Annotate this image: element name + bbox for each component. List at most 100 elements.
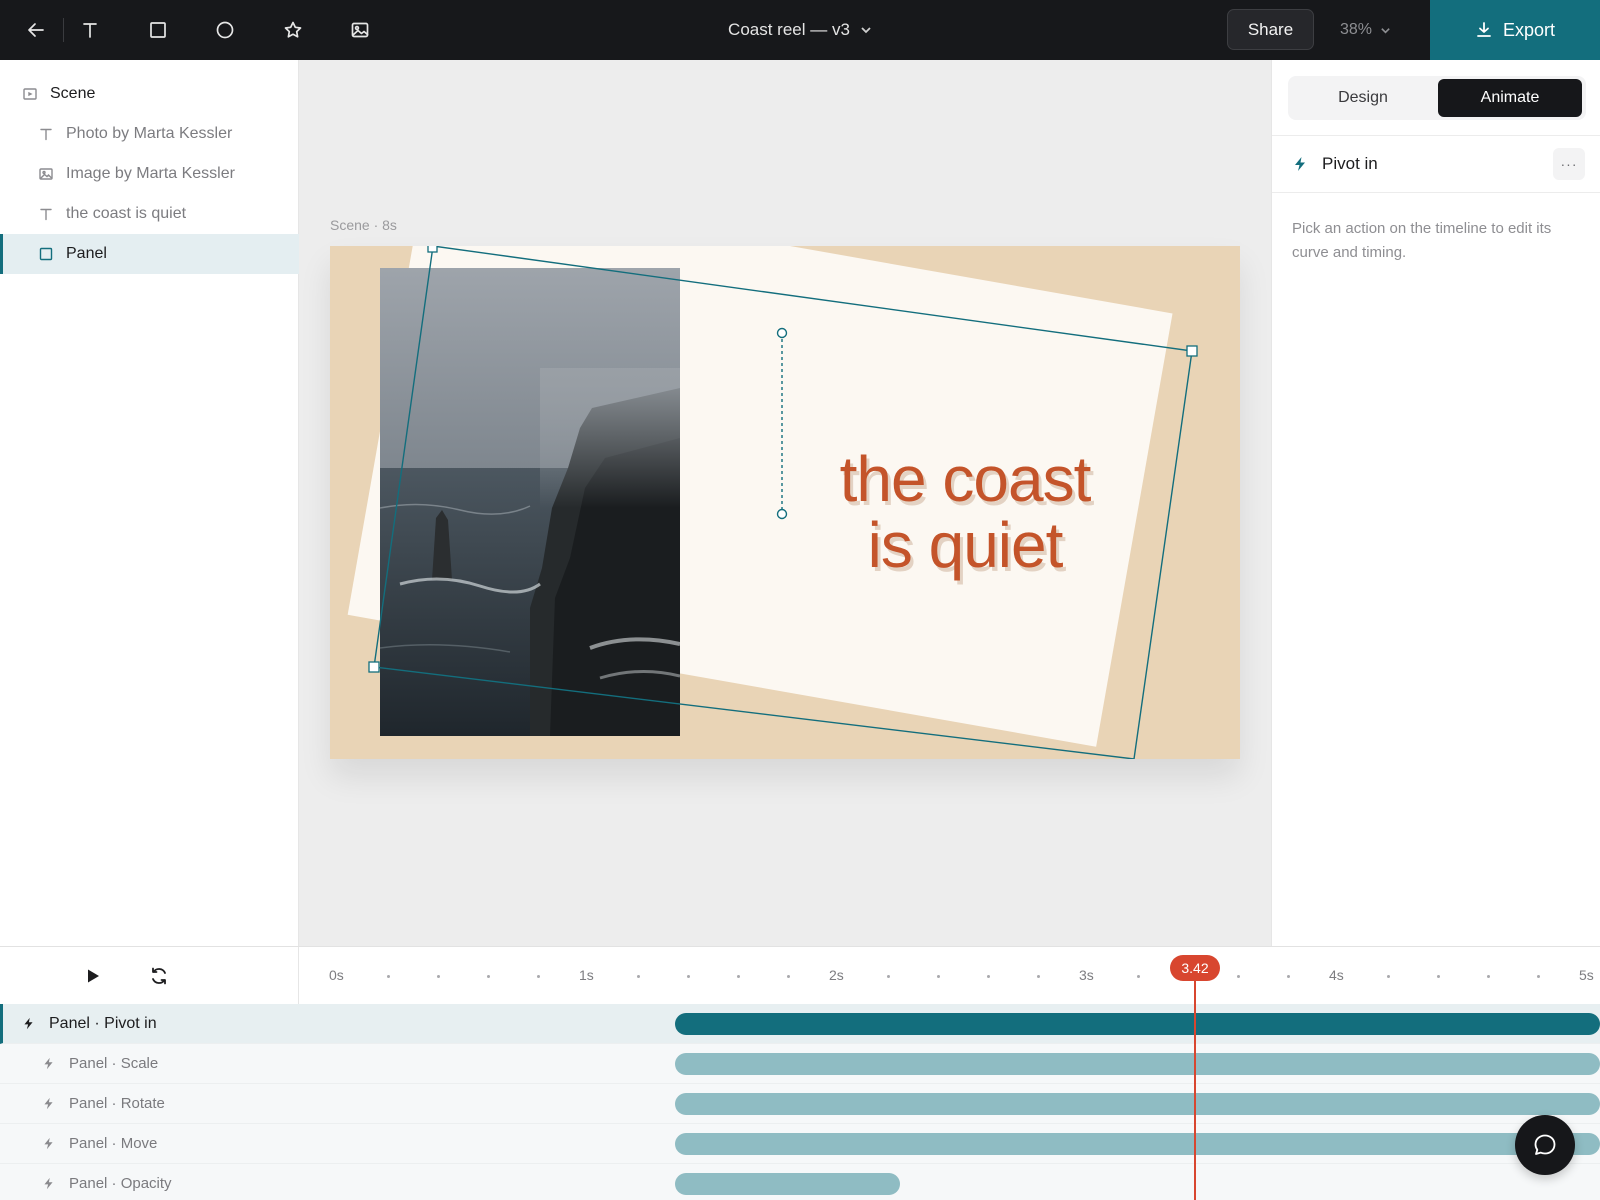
timeline: 0s 1s 2s 3s 4s 5s Panel · Pivot in Panel · Sca…: [0, 946, 1600, 1200]
track-lane: [299, 1044, 1600, 1084]
tick-dot: [1387, 975, 1390, 978]
tick-dot: [937, 975, 940, 978]
tab-design[interactable]: Design: [1291, 79, 1435, 117]
layer-image[interactable]: Image by Marta Kessler: [0, 154, 299, 194]
playhead-time[interactable]: 3.42: [1170, 955, 1220, 981]
tick-label: 5s: [1579, 967, 1594, 983]
text-icon: [38, 126, 54, 142]
rotate-handle: [776, 327, 788, 339]
divider: [1272, 192, 1600, 193]
action-bar[interactable]: [675, 1053, 1600, 1075]
tick-dot: [1537, 975, 1540, 978]
tick-label: 2s: [829, 967, 844, 983]
tick-dot: [537, 975, 540, 978]
tick-label: 4s: [1329, 967, 1344, 983]
tick-dot: [1137, 975, 1140, 978]
track-row[interactable]: Panel · Pivot in: [0, 1004, 299, 1044]
tick-dot: [1237, 975, 1240, 978]
track-lane: [299, 1164, 1600, 1200]
tick-dot: [1037, 975, 1040, 978]
layer-photo-credit-text[interactable]: Photo by Marta Kessler: [0, 114, 299, 154]
selected-action[interactable]: Pivot in ···: [1272, 136, 1600, 192]
bolt-icon: [42, 1057, 55, 1070]
tick-dot: [1287, 975, 1290, 978]
track-labels: Panel · Pivot in Panel · Scale Panel · Rot…: [0, 1004, 299, 1200]
track-lane: [299, 1084, 1600, 1124]
layer-headline-text[interactable]: the coast is quiet: [0, 194, 299, 234]
rectangle-tool-icon[interactable]: [140, 12, 176, 48]
loop-icon: [152, 967, 166, 985]
action-bar[interactable]: [675, 1093, 1600, 1115]
layer-label: Scene: [50, 85, 96, 102]
playback-controls: [0, 947, 299, 1004]
share-button[interactable]: Share: [1227, 9, 1314, 50]
tick-dot: [687, 975, 690, 978]
tick-dot: [437, 975, 440, 978]
action-bar[interactable]: [675, 1133, 1600, 1155]
text-icon: [38, 206, 54, 222]
tick-dot: [887, 975, 890, 978]
canvas[interactable]: Scene · 8s the coast is quiet: [299, 60, 1271, 946]
track-label: Panel · Move: [69, 1135, 158, 1152]
frame-icon: [22, 86, 38, 102]
tick-dot: [387, 975, 390, 978]
bolt-icon: [1292, 156, 1308, 172]
top-toolbar: Coast reel — v3 Share 38% Export: [0, 0, 1600, 60]
tick-dot: [637, 975, 640, 978]
back-arrow-icon[interactable]: [18, 12, 54, 48]
chat-button[interactable]: [1515, 1115, 1575, 1175]
toolbar-divider: [63, 18, 64, 42]
chat-bubble-icon: [1534, 1134, 1556, 1155]
track-row[interactable]: Panel · Opacity: [0, 1164, 299, 1200]
playhead-line[interactable]: [1194, 966, 1196, 1200]
star-tool-icon[interactable]: [275, 12, 311, 48]
document-title: Coast reel — v3: [728, 20, 850, 39]
ellipse-tool-icon[interactable]: [207, 12, 243, 48]
layer-label: Image by Marta Kessler: [66, 165, 235, 182]
export-button[interactable]: Export: [1430, 0, 1600, 60]
bolt-icon: [42, 1097, 55, 1110]
track-row[interactable]: Panel · Scale: [0, 1044, 299, 1084]
action-bar[interactable]: [675, 1173, 900, 1195]
tick-dot: [987, 975, 990, 978]
inspector-tabs: Design Animate: [1288, 76, 1586, 120]
tick-label: 3s: [1079, 967, 1094, 983]
export-label: Export: [1502, 19, 1556, 40]
layer-scene[interactable]: Scene: [0, 74, 299, 114]
bolt-icon: [42, 1137, 55, 1150]
loop-button[interactable]: [144, 961, 174, 991]
tick-dot: [1487, 975, 1490, 978]
zoom-dropdown[interactable]: 38%: [1340, 0, 1391, 60]
inspector-panel: Design Animate Pivot in ··· Pick an acti…: [1271, 60, 1600, 946]
bolt-icon: [22, 1017, 35, 1030]
text-tool-icon[interactable]: [72, 12, 108, 48]
layer-label: the coast is quiet: [66, 205, 187, 222]
action-title: Pivot in: [1322, 154, 1378, 173]
pivot-point: [776, 508, 788, 520]
image-icon: [38, 166, 54, 182]
download-icon: [1477, 22, 1491, 37]
inspector-hint: Pick an action on the timeline to edit i…: [1292, 220, 1552, 261]
track-label: Panel · Pivot in: [49, 1014, 157, 1032]
track-label: Panel · Rotate: [69, 1095, 165, 1112]
more-options-button[interactable]: ···: [1553, 148, 1585, 180]
resize-handle: [427, 246, 438, 253]
time-ruler[interactable]: 0s 1s 2s 3s 4s 5s: [299, 947, 1600, 1004]
play-button[interactable]: [78, 961, 108, 991]
resize-handle: [1186, 345, 1198, 357]
track-row[interactable]: Panel · Rotate: [0, 1084, 299, 1124]
chevron-down-icon: [861, 27, 871, 34]
action-bar-main[interactable]: [675, 1013, 1600, 1035]
zoom-level: 38%: [1340, 21, 1373, 38]
tab-animate[interactable]: Animate: [1438, 79, 1582, 117]
image-tool-icon[interactable]: [342, 12, 378, 48]
track-row[interactable]: Panel · Move: [0, 1124, 299, 1164]
document-title-dropdown[interactable]: Coast reel — v3: [700, 0, 900, 60]
track-label: Panel · Scale: [69, 1055, 159, 1072]
layer-panel[interactable]: Panel: [0, 234, 299, 274]
tick-dot: [737, 975, 740, 978]
scene-frame[interactable]: the coast is quiet: [330, 246, 1240, 759]
track-label: Panel · Opacity: [69, 1175, 172, 1192]
tick-label: 1s: [579, 967, 594, 983]
layer-label: Photo by Marta Kessler: [66, 125, 233, 142]
